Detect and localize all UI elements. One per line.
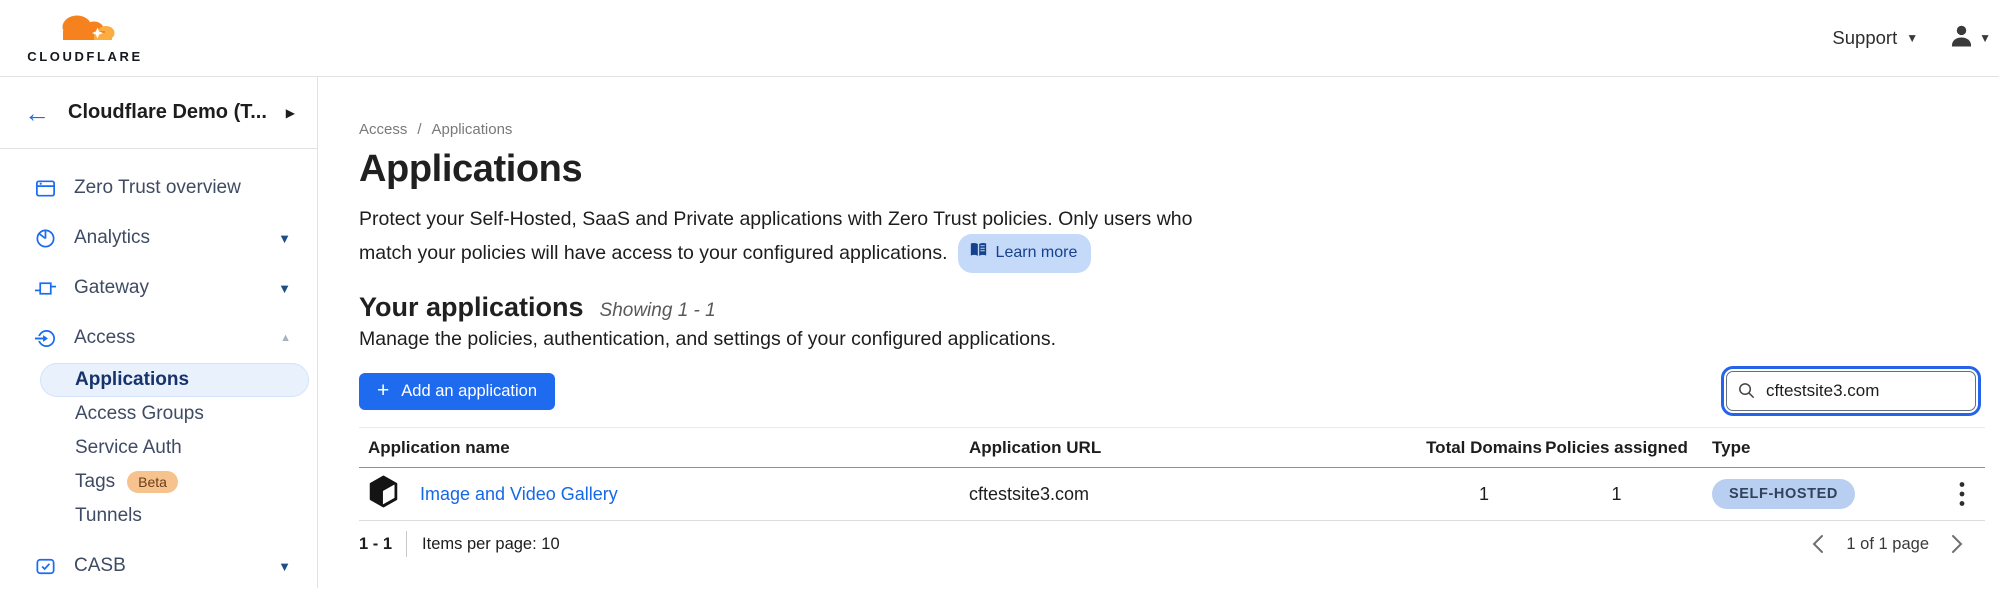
row-actions-kebab-icon[interactable] (1955, 477, 1969, 511)
application-url: cftestsite3.com (969, 484, 1424, 505)
application-search (1726, 371, 1976, 411)
account-selector[interactable]: ← Cloudflare Demo (T... ▶ (0, 77, 317, 149)
type-badge: SELF-HOSTED (1712, 479, 1855, 509)
account-name: Cloudflare Demo (T... (68, 101, 268, 124)
back-arrow-icon[interactable]: ← (24, 100, 50, 126)
page-indicator: 1 of 1 page (1846, 535, 1929, 554)
application-cube-icon (368, 475, 399, 513)
sidebar-item-tags[interactable]: Tags Beta (0, 465, 317, 499)
sidebar-item-gateway[interactable]: Gateway ▼ (0, 263, 317, 313)
sidebar-nav: Zero Trust overview Analytics ▼ Gateway (0, 149, 317, 591)
application-name-link[interactable]: Image and Video Gallery (420, 484, 618, 505)
gateway-icon (33, 276, 57, 300)
breadcrumb-separator: / (417, 121, 421, 138)
learn-more-label: Learn more (996, 238, 1078, 268)
analytics-pie-icon (33, 226, 57, 250)
breadcrumb: Access / Applications (359, 121, 1985, 138)
column-header-policies-assigned: Policies assigned (1544, 438, 1689, 458)
casb-check-icon (33, 554, 57, 578)
sidebar-item-label: Access (74, 327, 135, 349)
sidebar-item-access[interactable]: Access ▲ (0, 313, 317, 363)
chevron-down-icon: ▼ (1906, 31, 1918, 45)
total-domains-value: 1 (1424, 484, 1544, 505)
sidebar-item-casb[interactable]: CASB ▼ (0, 541, 317, 591)
sidebar-item-analytics[interactable]: Analytics ▼ (0, 213, 317, 263)
search-input[interactable] (1726, 371, 1976, 411)
section-subtitle: Manage the policies, authentication, and… (359, 328, 1985, 351)
access-submenu: Applications Access Groups Service Auth … (0, 363, 317, 533)
chevron-down-icon[interactable]: ▼ (278, 559, 291, 574)
next-page-icon[interactable] (1951, 534, 1963, 554)
chevron-down-icon[interactable]: ▼ (278, 231, 291, 246)
sidebar-item-tunnels[interactable]: Tunnels (0, 499, 317, 533)
column-header-application-url: Application URL (969, 438, 1424, 458)
column-header-application-name: Application name (359, 438, 969, 458)
support-label: Support (1832, 27, 1897, 49)
add-application-label: Add an application (401, 382, 537, 401)
sidebar-item-label: Tags (75, 471, 115, 493)
sidebar-item-label: Zero Trust overview (74, 177, 241, 199)
table-row: Image and Video Gallery cftestsite3.com … (359, 468, 1985, 521)
items-per-page[interactable]: Items per page: 10 (422, 535, 560, 554)
chevron-up-icon[interactable]: ▲ (280, 332, 291, 344)
showing-count: Showing 1 - 1 (600, 300, 716, 322)
previous-page-icon[interactable] (1812, 534, 1824, 554)
section-title: Your applications (359, 292, 584, 323)
sidebar-item-label: CASB (74, 555, 126, 577)
main-content: Access / Applications Applications Prote… (319, 77, 1999, 588)
add-application-button[interactable]: + Add an application (359, 373, 555, 410)
sidebar-item-service-auth[interactable]: Service Auth (0, 431, 317, 465)
page-description-line2: match your policies will have access to … (359, 242, 948, 264)
divider (406, 531, 407, 557)
cloudflare-logo-text: CLOUDFLARE (27, 49, 143, 64)
sidebar-item-access-groups[interactable]: Access Groups (0, 397, 317, 431)
page-title: Applications (359, 148, 1985, 191)
support-menu[interactable]: Support ▼ (1832, 27, 1918, 49)
sidebar: ← Cloudflare Demo (T... ▶ Zero Trust ove… (0, 77, 318, 588)
breadcrumb-applications[interactable]: Applications (432, 121, 513, 138)
table-header-row: Application name Application URL Total D… (359, 427, 1985, 468)
sidebar-item-label: Access Groups (75, 403, 204, 425)
top-bar: CLOUDFLARE Support ▼ ▼ (0, 0, 1999, 77)
sidebar-item-applications[interactable]: Applications (40, 363, 309, 397)
plus-icon: + (377, 380, 389, 401)
learn-more-button[interactable]: Learn more (958, 234, 1092, 273)
beta-badge: Beta (127, 471, 178, 493)
sidebar-item-label: Applications (75, 369, 189, 391)
breadcrumb-access[interactable]: Access (359, 121, 407, 138)
overview-window-icon (33, 176, 57, 200)
chevron-down-icon: ▼ (1979, 31, 1991, 45)
page-description-line1: Protect your Self-Hosted, SaaS and Priva… (359, 208, 1192, 230)
column-header-total-domains: Total Domains (1424, 438, 1544, 458)
sidebar-item-label: Service Auth (75, 437, 182, 459)
cloudflare-cloud-icon (52, 12, 118, 48)
chevron-right-icon[interactable]: ▶ (286, 106, 295, 120)
pager: 1 of 1 page (1812, 534, 1963, 554)
page-description: Protect your Self-Hosted, SaaS and Priva… (359, 204, 1459, 273)
sidebar-item-label: Gateway (74, 277, 149, 299)
book-icon (970, 238, 987, 268)
column-header-type: Type (1689, 438, 1887, 458)
sidebar-item-zero-trust-overview[interactable]: Zero Trust overview (0, 163, 317, 213)
results-range: 1 - 1 (359, 535, 392, 554)
cloudflare-logo: CLOUDFLARE (18, 12, 152, 64)
policies-assigned-value: 1 (1544, 484, 1689, 505)
user-avatar-icon (1948, 22, 1975, 54)
sidebar-item-label: Analytics (74, 227, 150, 249)
sidebar-item-label: Tunnels (75, 505, 142, 527)
chevron-down-icon[interactable]: ▼ (278, 281, 291, 296)
access-login-icon (33, 326, 57, 350)
table-footer: 1 - 1 Items per page: 10 1 of 1 page (359, 531, 1985, 557)
user-menu[interactable]: ▼ (1948, 22, 1991, 54)
applications-table: Application name Application URL Total D… (359, 427, 1985, 521)
